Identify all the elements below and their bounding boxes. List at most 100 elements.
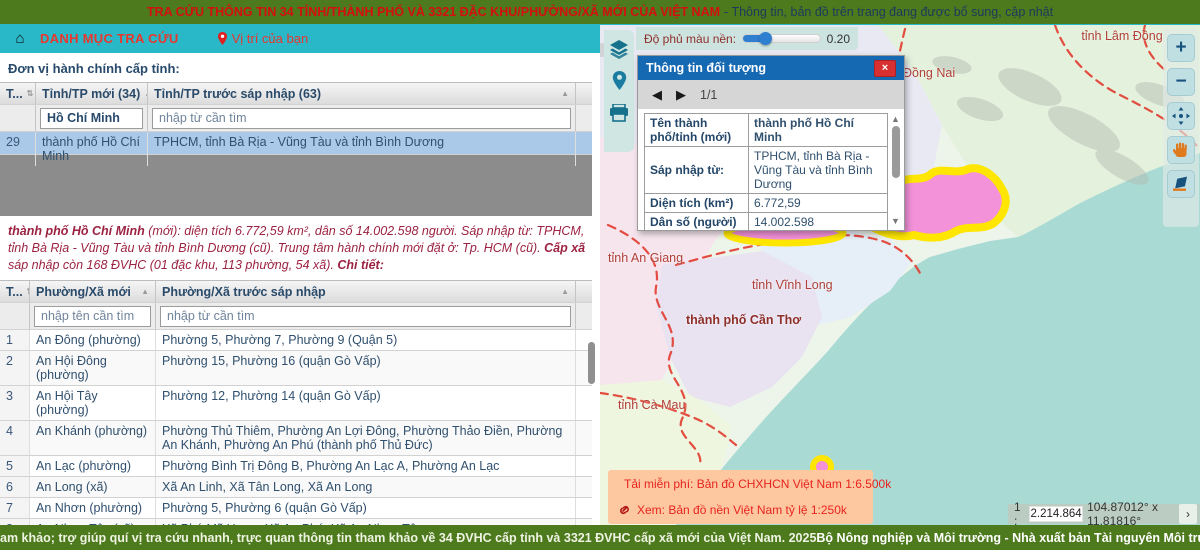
print-button[interactable]	[608, 102, 630, 124]
erase-button[interactable]	[1167, 170, 1195, 198]
scale-input[interactable]	[1029, 506, 1083, 522]
popup-scrollbar[interactable]: ▲ ▼	[890, 114, 902, 226]
province-col-old[interactable]: Tỉnh/TP trước sáp nhập (63) ▲	[148, 83, 576, 104]
scale-coordinates-bar: 1 : 104.87012° x 11.81816°	[1008, 504, 1200, 524]
zoom-in-button[interactable]: +	[1167, 34, 1195, 62]
scroll-down-icon[interactable]: ▼	[891, 216, 900, 226]
popup-title-bar[interactable]: Thông tin đối tượng ×	[638, 56, 904, 80]
ward-col-old[interactable]: Phường/Xã trước sáp nhập ▲	[156, 281, 576, 302]
left-panel: Đơn vị hành chính cấp tỉnh: T... ⇅ Tỉnh/…	[0, 53, 600, 525]
prev-feature-icon[interactable]: ◀	[652, 87, 662, 103]
ward-row[interactable]: 5 An Lạc (phường) Phường Bình Trị Đông B…	[0, 456, 592, 477]
zoom-out-button[interactable]: −	[1167, 68, 1195, 96]
view-basemap-link[interactable]: Xem: Bản đồ nền Việt Nam tỷ lệ 1:250k	[618, 503, 863, 517]
layers-button[interactable]	[608, 38, 630, 60]
locate-button[interactable]	[608, 70, 630, 92]
province-header-spacer	[576, 83, 592, 104]
attr-row-merged-from: Sáp nhập từ: TPHCM, tỉnh Bà Rịa - Vũng T…	[645, 147, 888, 194]
close-icon[interactable]: ×	[874, 60, 896, 77]
download-links-box: Tải miễn phí: Bản đồ CHXHCN Việt Nam 1:6…	[608, 470, 873, 524]
scrollbar-thumb[interactable]	[892, 126, 900, 178]
ward-col-new[interactable]: Phường/Xã mới ▲	[30, 281, 156, 302]
province-filter-spacer	[0, 105, 36, 131]
ward-row[interactable]: 4 An Khánh (phường) Phường Thủ Thiêm, Ph…	[0, 421, 592, 456]
pager-count: 1/1	[700, 88, 717, 102]
download-map-link[interactable]: Tải miễn phí: Bản đồ CHXHCN Việt Nam 1:6…	[618, 477, 863, 491]
province-description: thành phố Hồ Chí Minh (mới): diện tích 6…	[0, 216, 596, 280]
map-label-dong-nai: Đồng Nai	[903, 66, 955, 80]
home-icon[interactable]: ⌂	[0, 30, 40, 47]
province-table-header: T... ⇅ Tỉnh/TP mới (34) ▲ Tỉnh/TP trước …	[0, 83, 592, 105]
popup-title: Thông tin đối tượng	[646, 61, 766, 75]
location-pin-icon	[217, 32, 228, 46]
scale-prefix: 1 :	[1014, 500, 1025, 525]
map-label-an-giang: tỉnh An Giang	[608, 251, 683, 265]
pan-hand-button[interactable]	[1167, 136, 1195, 164]
pan-extent-button[interactable]	[1167, 102, 1195, 130]
map-label-vinh-long: tỉnh Vĩnh Long	[752, 278, 833, 292]
opacity-value: 0.20	[827, 32, 850, 46]
footer-text: am khảo; trợ giúp quí vị tra cứu nhanh, …	[0, 531, 816, 545]
province-filter-old-input[interactable]	[152, 108, 571, 129]
scroll-up-icon[interactable]: ▲	[891, 114, 900, 124]
layers-icon	[609, 39, 629, 59]
scrollbar-thumb[interactable]	[588, 342, 595, 384]
status-bar: am khảo; trợ giúp quí vị tra cứu nhanh, …	[0, 525, 1200, 550]
map-label-ca-mau: tỉnh Cà Mau	[618, 398, 685, 412]
ward-table: T... ⇅ Phường/Xã mới ▲ Phường/Xã trước s…	[0, 280, 592, 525]
description-detail-label: Chi tiết:	[337, 258, 384, 272]
ward-col-index[interactable]: T... ⇅	[0, 281, 30, 302]
next-feature-icon[interactable]: ▶	[676, 87, 686, 103]
app-window: TRA CỨU THÔNG TIN 34 TỈNH/THÀNH PHỐ VÀ 3…	[0, 0, 1200, 550]
attr-row-name: Tên thành phố/tỉnh (mới) thành phố Hồ Ch…	[645, 114, 888, 147]
ward-row[interactable]: 2 An Hội Đông (phường) Phường 15, Phường…	[0, 351, 592, 386]
minus-icon: −	[1175, 71, 1186, 93]
sort-asc-icon: ▲	[561, 89, 569, 98]
sort-asc-icon: ▲	[561, 287, 569, 296]
ward-table-header: T... ⇅ Phường/Xã mới ▲ Phường/Xã trước s…	[0, 281, 592, 303]
ward-row[interactable]: 6 An Long (xã) Xã An Linh, Xã Tân Long, …	[0, 477, 592, 498]
nav-item-danh-muc-tra-cuu[interactable]: DANH MỤC TRA CỨU	[40, 31, 179, 46]
province-filter-new-input[interactable]	[40, 108, 143, 129]
map-label-can-tho: thành phố Cần Thơ	[686, 313, 801, 327]
province-row-selected[interactable]: 29 thành phố Hồ Chí Minh TPHCM, tỉnh Bà …	[0, 132, 592, 155]
ward-filter-old-input[interactable]	[160, 306, 571, 327]
slider-thumb[interactable]	[759, 32, 772, 45]
ward-row[interactable]: 1 An Đông (phường) Phường 5, Phường 7, P…	[0, 330, 592, 351]
opacity-slider[interactable]	[742, 34, 821, 43]
ward-row[interactable]: 7 An Nhơn (phường) Phường 5, Phường 6 (q…	[0, 498, 592, 519]
province-filter-spacer	[576, 105, 592, 131]
feature-attributes-table: Tên thành phố/tỉnh (mới) thành phố Hồ Ch…	[644, 113, 888, 231]
sort-both-icon: ⇅	[27, 89, 34, 98]
expand-panel-button[interactable]: ›	[1179, 504, 1197, 524]
footer-publisher: Bộ Nông nghiệp và Môi trường - Nhà xuất …	[816, 531, 1200, 545]
province-table: T... ⇅ Tỉnh/TP mới (34) ▲ Tỉnh/TP trước …	[0, 82, 592, 155]
cursor-coordinates: 104.87012° x 11.81816°	[1087, 500, 1194, 525]
chevron-right-icon: ›	[1186, 507, 1190, 521]
plus-icon: +	[1175, 37, 1186, 59]
ward-filter-new-input[interactable]	[34, 306, 151, 327]
province-filter-row	[0, 105, 592, 132]
map-tools-right: + −	[1163, 29, 1199, 227]
province-col-new[interactable]: Tỉnh/TP mới (34) ▲	[36, 83, 148, 104]
map-pin-icon	[612, 71, 627, 91]
province-col-index[interactable]: T... ⇅	[0, 83, 36, 104]
ward-filter-row	[0, 303, 592, 330]
opacity-label: Độ phủ màu nền:	[644, 32, 736, 46]
ward-table-scrollbar[interactable]: ▼	[585, 336, 598, 525]
nav-location-label: Vị trí của bạn	[232, 31, 309, 46]
page-title: TRA CỨU THÔNG TIN 34 TỈNH/THÀNH PHỐ VÀ 3…	[0, 0, 1200, 24]
ward-row[interactable]: 3 An Hội Tây (phường) Phường 12, Phường …	[0, 386, 592, 421]
eraser-icon	[1172, 176, 1190, 192]
attr-row-area: Diện tích (km²) 6.772,59	[645, 194, 888, 213]
hand-icon	[1173, 142, 1189, 159]
ward-table-wrap: T... ⇅ Phường/Xã mới ▲ Phường/Xã trước s…	[0, 280, 600, 525]
nav-item-your-location[interactable]: Vị trí của bạn	[217, 31, 309, 46]
map[interactable]: tỉnh Lâm Đồng Đồng Nai tỉnh An Giang tỉn…	[600, 25, 1200, 525]
popup-body: Tên thành phố/tỉnh (mới) thành phố Hồ Ch…	[638, 109, 904, 231]
feature-info-popup: Thông tin đối tượng × ◀ ▶ 1/1 Tên thành …	[637, 55, 905, 231]
map-tools-left	[604, 30, 634, 152]
link-icon	[618, 504, 631, 516]
move-arrows-icon	[1172, 107, 1190, 125]
printer-icon	[609, 104, 629, 122]
